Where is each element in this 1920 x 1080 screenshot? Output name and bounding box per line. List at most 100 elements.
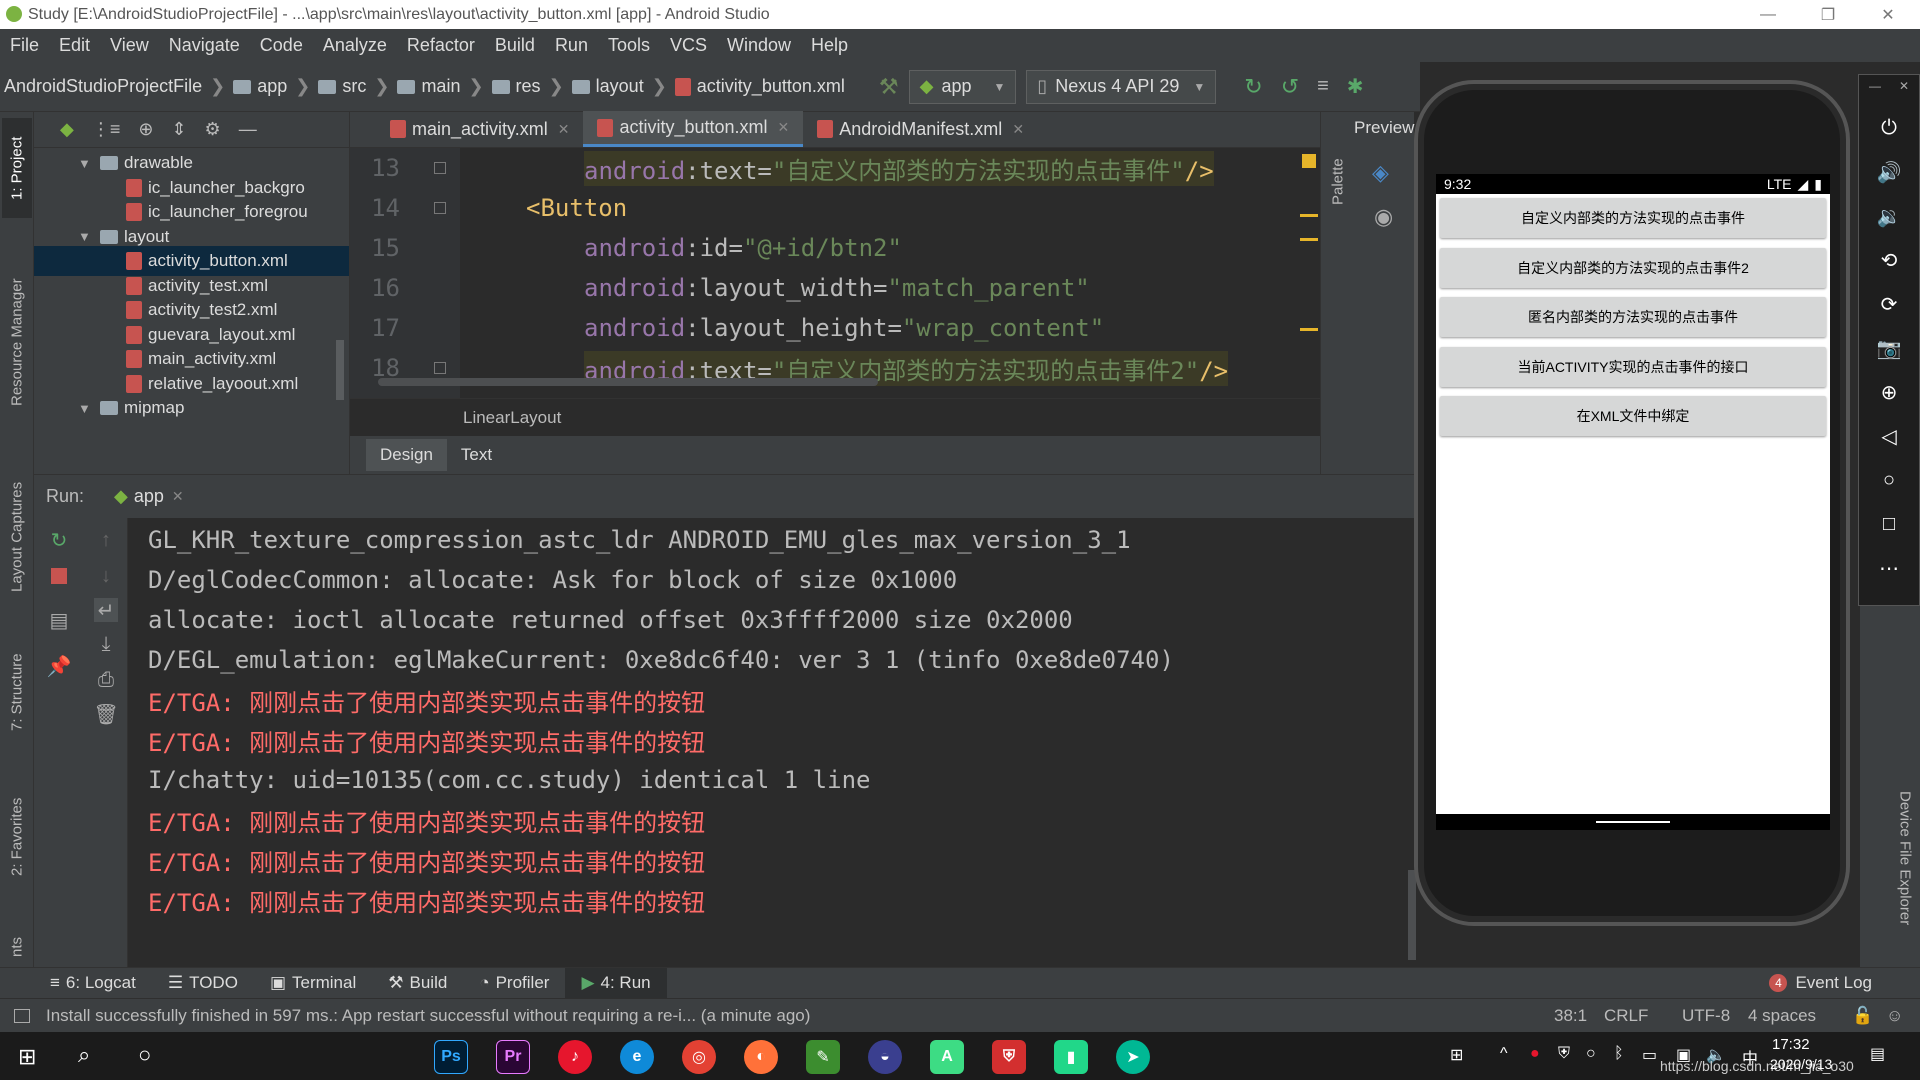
stop-icon[interactable] — [47, 564, 71, 588]
tab-variants[interactable]: nts — [2, 927, 32, 967]
horizontal-scrollbar[interactable] — [378, 378, 878, 386]
bottom-tab[interactable]: ≡ 6: Logcat — [34, 968, 152, 999]
locate-icon[interactable]: ⊕ — [138, 119, 153, 140]
menu-item-navigate[interactable]: Navigate — [159, 35, 250, 56]
camera-icon[interactable]: 📷 — [1859, 331, 1919, 365]
phone-button[interactable]: 在XML文件中绑定 — [1440, 396, 1826, 436]
more-icon[interactable]: ⋯ — [1859, 551, 1919, 585]
expand-collapse-icon[interactable]: ⇕ — [171, 119, 186, 140]
run-console[interactable]: GL_KHR_texture_compression_astc_ldr ANDR… — [128, 518, 1420, 967]
phone-button[interactable]: 自定义内部类的方法实现的点击事件2 — [1440, 247, 1826, 288]
eclipse-icon[interactable]: ◒ — [868, 1040, 902, 1074]
warning-mark[interactable] — [1300, 238, 1318, 241]
input-method-icon[interactable]: ⊞ — [1450, 1045, 1463, 1065]
chrome-icon[interactable]: ◎ — [682, 1040, 716, 1074]
menu-item-view[interactable]: View — [100, 35, 159, 56]
menu-item-window[interactable]: Window — [717, 35, 801, 56]
file-encoding[interactable]: UTF-8 — [1682, 1006, 1730, 1026]
back-icon[interactable]: ◁ — [1859, 419, 1919, 453]
notification-icon[interactable]: ▤ — [1870, 1044, 1885, 1064]
preview-title[interactable]: Preview — [1354, 118, 1414, 138]
notepad-icon[interactable]: ✎ — [806, 1040, 840, 1074]
tree-scrollbar[interactable] — [336, 340, 344, 400]
emulator-screen[interactable]: 9:32 LTE ◢ ▮ 自定义内部类的方法实现的点击事件 自定义内部类的方法实现… — [1436, 174, 1830, 814]
breadcrumb-item[interactable]: layout ❯ — [568, 76, 671, 97]
menu-item-code[interactable]: Code — [250, 35, 313, 56]
print-icon[interactable]: ⎙ — [94, 668, 118, 692]
lock-icon[interactable]: 🔓 — [1852, 1006, 1873, 1026]
tab-project[interactable]: 1: Project — [2, 118, 32, 218]
down-arrow-icon[interactable]: ↓ — [94, 564, 118, 588]
tree-folder[interactable]: ▼ mipmap — [34, 393, 349, 423]
warning-mark[interactable] — [1300, 214, 1318, 217]
collapse-icon[interactable]: ⋮≡ — [92, 119, 121, 140]
tray-battery-icon[interactable]: ▭ — [1642, 1045, 1657, 1065]
close-icon[interactable]: ✕ — [1899, 79, 1909, 93]
minimize-icon[interactable]: — — [1869, 79, 1881, 93]
bottom-tab[interactable]: ☰ TODO — [152, 968, 254, 999]
eye-icon[interactable]: ◉ — [1374, 204, 1393, 230]
edge-icon[interactable]: e — [620, 1040, 654, 1074]
editor-tab[interactable]: AndroidManifest.xml ✕ — [803, 111, 1038, 147]
tab-design[interactable]: Design — [366, 439, 447, 471]
breadcrumb-item[interactable]: AndroidStudioProjectFile ❯ — [0, 76, 229, 97]
line-separator[interactable]: CRLF — [1604, 1006, 1648, 1026]
tab-text[interactable]: Text — [447, 439, 506, 471]
overview-icon[interactable]: □ — [1859, 507, 1919, 541]
android-view-icon[interactable]: ◆ — [60, 119, 74, 140]
editor-tab[interactable]: main_activity.xml ✕ — [376, 111, 583, 147]
premiere-icon[interactable]: Pr — [496, 1040, 530, 1074]
tab-resource-manager[interactable]: Resource Manager — [2, 252, 32, 432]
menu-item-tools[interactable]: Tools — [598, 35, 660, 56]
tab-device-file-explorer[interactable]: Device File Explorer — [1890, 768, 1920, 948]
clock-date[interactable]: 2020/9/13 — [1770, 1056, 1832, 1072]
layers-icon[interactable]: ◈ — [1372, 160, 1389, 186]
rotate-left-icon[interactable]: ⟲ — [1859, 243, 1919, 277]
breadcrumb-item[interactable]: activity_button.xml — [671, 76, 849, 97]
breadcrumb-item[interactable]: src ❯ — [314, 76, 393, 97]
close-icon[interactable]: ✕ — [1012, 121, 1024, 138]
send-app-icon[interactable]: ➤ — [1116, 1040, 1150, 1074]
bottom-tab[interactable]: ▣ Terminal — [254, 968, 372, 999]
rerun-icon[interactable]: ↻ — [47, 528, 71, 552]
bottom-tab[interactable]: ▶ 4: Run — [565, 967, 667, 999]
android-studio-task-icon[interactable]: A — [930, 1040, 964, 1074]
close-icon[interactable]: ✕ — [558, 121, 570, 138]
menu-item-edit[interactable]: Edit — [49, 35, 100, 56]
close-icon[interactable]: ✕ — [778, 119, 790, 136]
warning-indicator-icon[interactable] — [1302, 154, 1316, 168]
apply-code-changes-icon[interactable]: ↺ — [1281, 74, 1299, 100]
tab-palette[interactable]: Palette — [1323, 142, 1353, 222]
editor-breadcrumb[interactable]: LinearLayout — [350, 398, 1320, 436]
menu-item-build[interactable]: Build — [485, 35, 545, 56]
home-gesture-bar[interactable] — [1596, 821, 1670, 823]
maximize-button[interactable]: ❐ — [1800, 0, 1856, 29]
tab-structure[interactable]: 7: Structure — [2, 637, 32, 747]
phone-button[interactable]: 匿名内部类的方法实现的点击事件 — [1440, 297, 1826, 337]
photoshop-icon[interactable]: Ps — [434, 1040, 468, 1074]
tab-favorites[interactable]: 2: Favorites — [2, 782, 32, 892]
home-icon[interactable]: ○ — [1859, 463, 1919, 497]
warning-mark[interactable] — [1300, 328, 1318, 331]
menu-item-run[interactable]: Run — [545, 35, 598, 56]
status-message[interactable]: Install successfully finished in 597 ms.… — [46, 1006, 810, 1026]
apply-changes-icon[interactable]: ↻ — [1244, 74, 1262, 100]
breadcrumb-item[interactable]: main ❯ — [393, 76, 487, 97]
coverage-icon[interactable]: ≡ — [1317, 75, 1329, 98]
run-config-tab[interactable]: app — [134, 486, 164, 507]
rotate-right-icon[interactable]: ⟳ — [1859, 287, 1919, 321]
expand-arrow-icon[interactable]: ▼ — [78, 229, 100, 244]
hide-icon[interactable]: — — [239, 119, 257, 140]
console-scrollbar[interactable] — [1408, 870, 1416, 960]
bottom-tab[interactable]: ⚒ Build — [372, 968, 463, 999]
device-selector[interactable]: ▯ Nexus 4 API 29 ▼ — [1026, 69, 1217, 104]
tray-chevron-icon[interactable]: ^ — [1500, 1045, 1508, 1063]
pin-icon[interactable]: 📌 — [47, 654, 72, 678]
volume-down-icon[interactable]: 🔉 — [1859, 199, 1919, 233]
run-config-selector[interactable]: ◆ app ▼ — [908, 69, 1017, 104]
expand-arrow-icon[interactable]: ▼ — [78, 401, 100, 416]
menu-item-help[interactable]: Help — [801, 35, 858, 56]
status-toggle-icon[interactable] — [14, 1008, 30, 1023]
phone-button[interactable]: 自定义内部类的方法实现的点击事件 — [1440, 198, 1826, 238]
tray-circle-icon[interactable]: ○ — [1586, 1045, 1596, 1063]
